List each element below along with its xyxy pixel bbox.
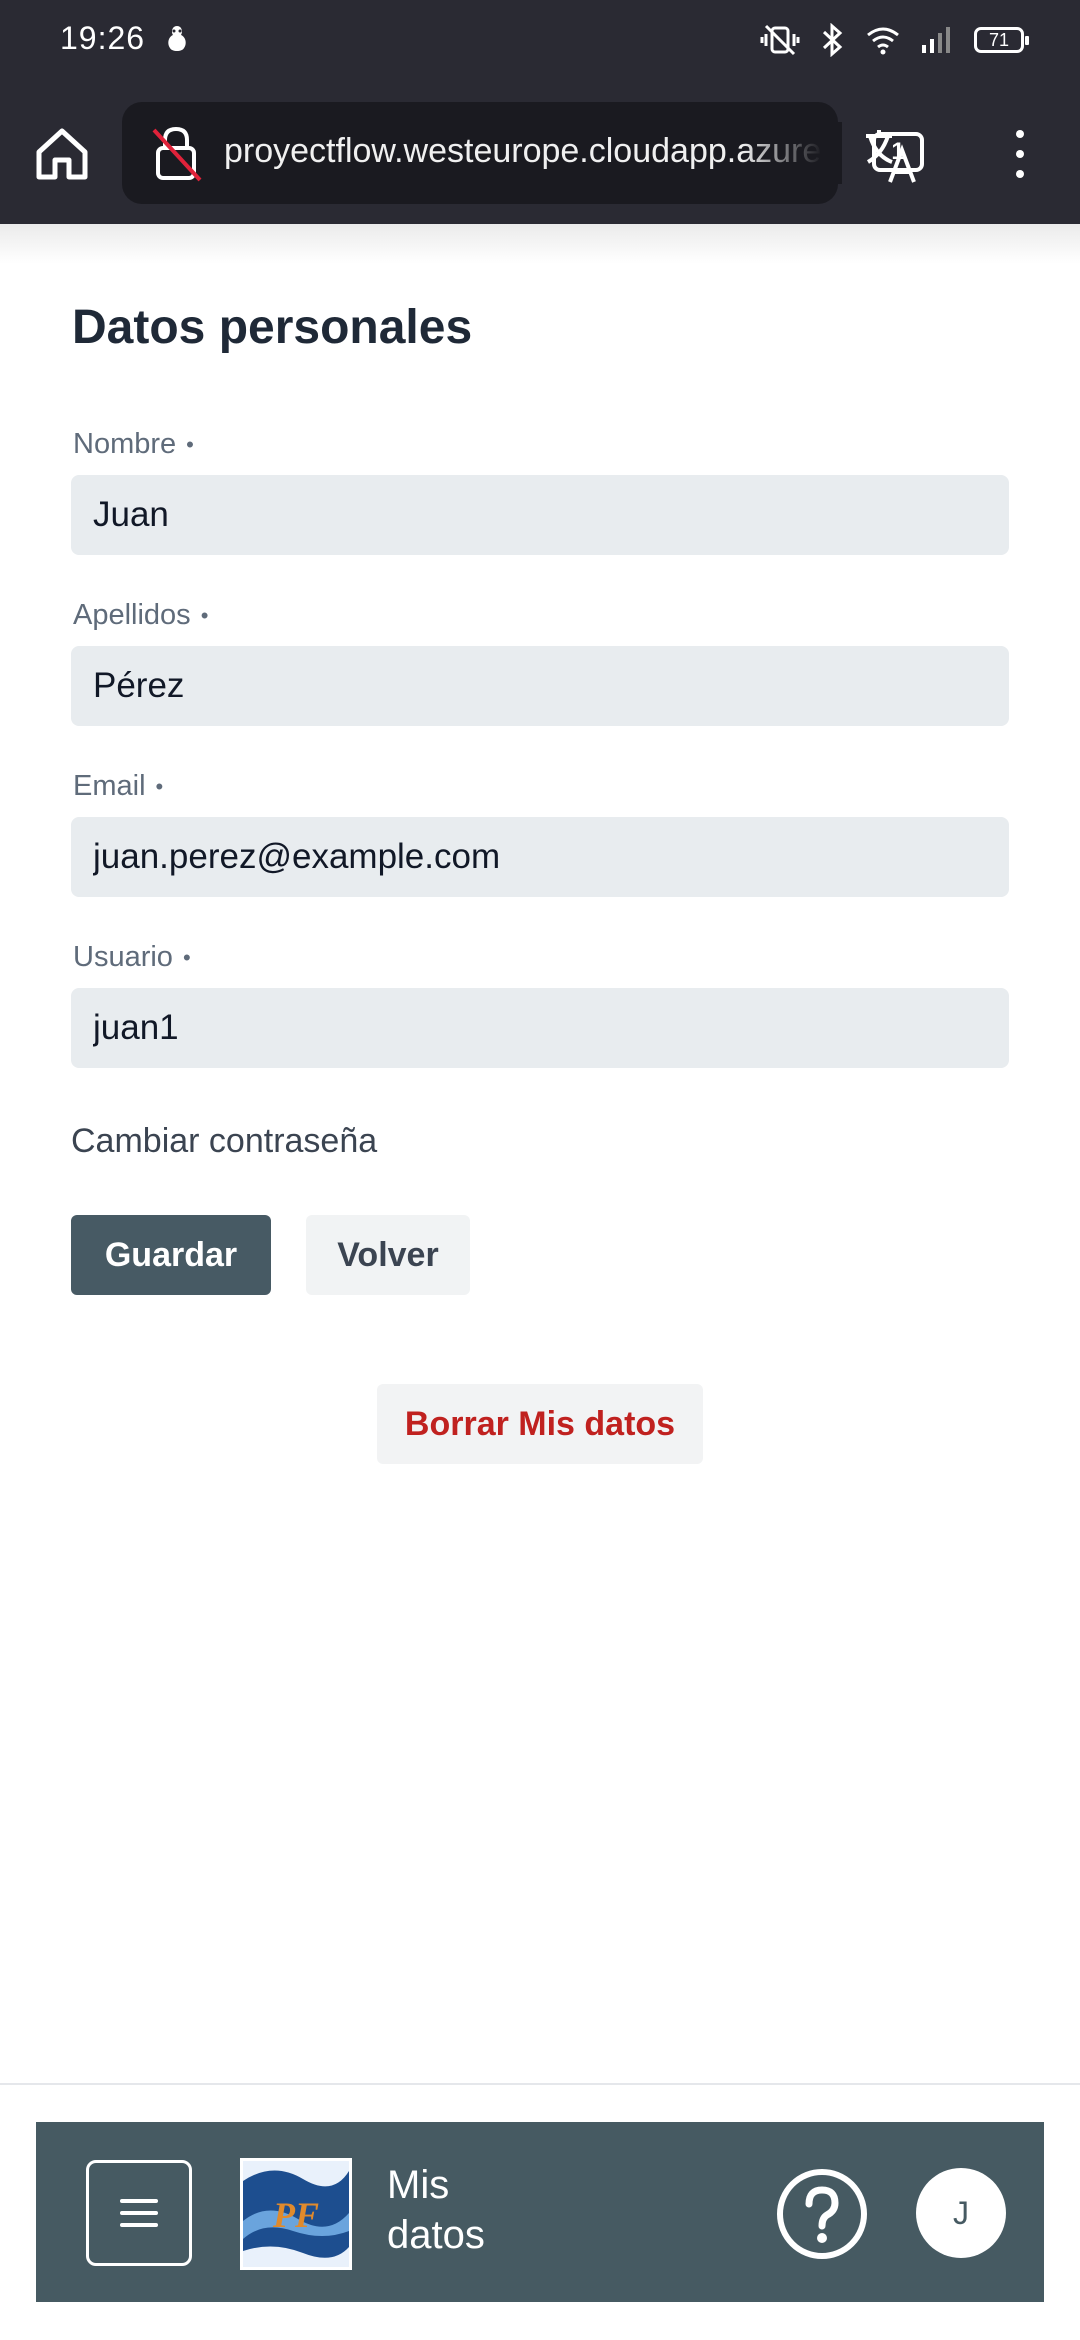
- signal-icon: [922, 27, 950, 53]
- app-logo: PF: [240, 2158, 352, 2270]
- svg-text:PF: PF: [272, 2195, 319, 2235]
- status-bar: 19:26 71: [0, 0, 1080, 80]
- home-icon: [36, 128, 88, 180]
- address-bar[interactable]: proyectflow.westeurope.cloudapp.azure.co…: [122, 102, 916, 204]
- avatar[interactable]: J: [916, 2168, 1006, 2258]
- required-mark: •: [182, 945, 191, 971]
- lock-off-icon[interactable]: [150, 124, 206, 184]
- hamburger-icon[interactable]: [86, 2160, 192, 2266]
- url-fade: [742, 122, 842, 184]
- tab-switcher-button[interactable]: 1: [872, 132, 924, 172]
- logo-image: PF: [243, 2161, 349, 2267]
- status-icons: 71: [760, 22, 1029, 58]
- bluetooth-icon: [822, 23, 843, 57]
- required-mark: •: [200, 603, 209, 629]
- status-time: 19:26: [60, 20, 146, 56]
- home-button[interactable]: [28, 120, 96, 188]
- app-bar: PF Mis datos J: [36, 2122, 1044, 2302]
- email-input[interactable]: [71, 817, 1009, 897]
- battery-level: 71: [988, 29, 1010, 50]
- battery-indicator: 71: [974, 27, 1029, 53]
- browser-toolbar: proyectflow.westeurope.cloudapp.azure.co…: [0, 100, 1080, 204]
- vibrate-off-icon: [760, 24, 800, 56]
- required-mark: •: [155, 774, 164, 800]
- change-password-link[interactable]: Cambiar contraseña: [71, 1122, 377, 1161]
- help-icon[interactable]: [774, 2166, 870, 2262]
- usuario-input[interactable]: [71, 988, 1009, 1068]
- bottom-divider: [0, 2083, 1080, 2085]
- save-button[interactable]: Guardar: [71, 1215, 271, 1295]
- nombre-input[interactable]: [71, 475, 1009, 555]
- apellidos-input[interactable]: [71, 646, 1009, 726]
- usuario-label: Usuario •: [73, 941, 191, 973]
- nombre-label: Nombre •: [73, 428, 194, 460]
- more-vert-icon[interactable]: [1000, 126, 1040, 182]
- email-label: Email •: [73, 770, 164, 802]
- back-button[interactable]: Volver: [306, 1215, 470, 1295]
- notification-app-icon: [168, 26, 186, 51]
- chrome-shadow: [0, 224, 1080, 264]
- apellidos-label: Apellidos •: [73, 599, 209, 631]
- wifi-icon: [867, 27, 899, 55]
- app-title: Mis datos: [387, 2163, 485, 2257]
- delete-data-button[interactable]: Borrar Mis datos: [377, 1384, 703, 1464]
- required-mark: •: [186, 432, 194, 458]
- page-title: Datos personales: [72, 301, 473, 354]
- browser-chrome: 19:26 71 proyectflow.westeurope.cloudapp…: [0, 0, 1080, 224]
